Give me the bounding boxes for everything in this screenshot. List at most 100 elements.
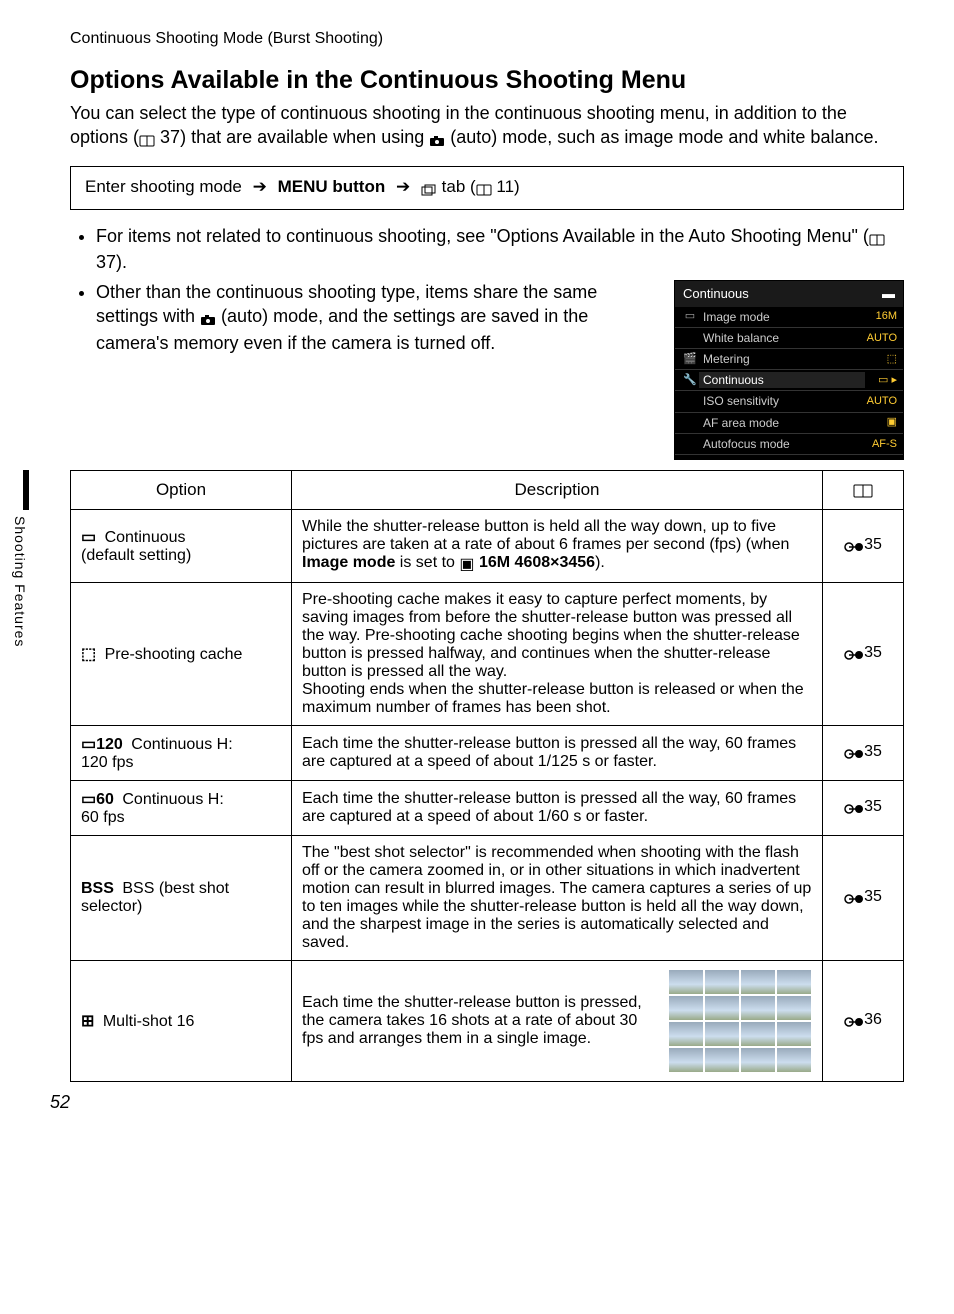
- reference-cell: 35: [823, 583, 904, 726]
- book-icon: [853, 481, 873, 501]
- nav-b: MENU button: [273, 177, 390, 196]
- option-cell: ▭60 Continuous H: 60 fps: [71, 781, 292, 836]
- desc-a: Pre-shooting cache makes it easy to capt…: [302, 591, 800, 680]
- nav-ref: 11): [492, 177, 520, 196]
- option-icon: ⬚: [81, 646, 96, 663]
- option-cell: ▭ Continuous (default setting): [71, 510, 292, 583]
- menu-tab-icon: ▭: [681, 309, 699, 324]
- description-cell: While the shutter-release button is held…: [292, 510, 823, 583]
- b1a: For items not related to continuous shoo…: [96, 226, 869, 246]
- desc-bold2: 16M 4608×3456: [479, 554, 595, 571]
- bullet-2: Other than the continuous shooting type,…: [96, 280, 904, 460]
- reference-cell: 36: [823, 961, 904, 1082]
- ref-num: 36: [864, 1011, 882, 1028]
- ref-num: 35: [864, 644, 882, 661]
- th-option: Option: [71, 471, 292, 510]
- table-row: ▭120 Continuous H: 120 fps Each time the…: [71, 726, 904, 781]
- table-row: ⊞ Multi-shot 16 Each time the shutter-re…: [71, 961, 904, 1082]
- option-sub: 60 fps: [81, 809, 125, 826]
- desc-b: Shooting ends when the shutter-release b…: [302, 681, 804, 716]
- option-cell: BSS BSS (best shot selector): [71, 836, 292, 961]
- options-table: Option Description ▭ Continuous (default…: [70, 470, 904, 1082]
- menu-item-value: AUTO: [865, 331, 897, 346]
- option-cell: ▭120 Continuous H: 120 fps: [71, 726, 292, 781]
- ref-num: 35: [864, 536, 882, 553]
- b1b: 37).: [96, 252, 127, 272]
- reference-cell: 35: [823, 726, 904, 781]
- option-name: Continuous: [100, 529, 185, 546]
- option-name: Continuous H:: [127, 736, 233, 753]
- desc-text: Each time the shutter-release button is …: [302, 994, 648, 1048]
- reference-cell: 35: [823, 781, 904, 836]
- menu-item-value: 16M: [865, 309, 897, 324]
- side-tab-label: Shooting Features: [12, 516, 28, 647]
- menu-item-label: Autofocus mode: [699, 436, 865, 452]
- option-sub: (default setting): [81, 547, 191, 564]
- menu-row: Autofocus modeAF-S: [675, 434, 903, 455]
- menu-item-label: Image mode: [699, 309, 865, 325]
- option-name: BSS (best shot: [118, 880, 229, 897]
- table-row: ⬚ Pre-shooting cache Pre-shooting cache …: [71, 583, 904, 726]
- option-icon: ⊞: [81, 1013, 94, 1030]
- menu-row-selected: 🔧Continuous▭ ▸: [675, 370, 903, 391]
- menu-item-label: Metering: [699, 351, 865, 367]
- side-tab-bar: [23, 470, 29, 510]
- description-cell: Pre-shooting cache makes it easy to capt…: [292, 583, 823, 726]
- option-sub: 120 fps: [81, 754, 133, 771]
- description-cell: Each time the shutter-release button is …: [292, 781, 823, 836]
- menu-row: ISO sensitivityAUTO: [675, 391, 903, 412]
- side-tab: Shooting Features: [12, 470, 40, 647]
- desc-bold: Image mode: [302, 554, 395, 571]
- intro-b: (auto) mode, such as image mode and whit…: [445, 127, 878, 147]
- reference-icon: [844, 800, 864, 818]
- option-cell: ⊞ Multi-shot 16: [71, 961, 292, 1082]
- desc-c: ).: [595, 554, 605, 571]
- option-name: Pre-shooting cache: [100, 646, 242, 663]
- desc-a: While the shutter-release button is held…: [302, 518, 789, 553]
- reference-icon: [844, 1013, 864, 1031]
- menu-item-label: Continuous: [699, 372, 865, 388]
- page-number: 52: [50, 1092, 904, 1113]
- menu-item-value: AF-S: [865, 437, 897, 452]
- intro-ref1: 37) that are available when using: [155, 127, 429, 147]
- battery-icon: ▬: [882, 285, 895, 303]
- menu-item-value: ▣: [865, 415, 897, 430]
- ref-num: 35: [864, 798, 882, 815]
- ref-num: 35: [864, 743, 882, 760]
- intro-paragraph: You can select the type of continuous sh…: [70, 101, 904, 152]
- menu-title-bar: Continuous ▬: [675, 281, 903, 307]
- option-icon: ▭60: [81, 791, 114, 808]
- menu-item-label: AF area mode: [699, 415, 865, 431]
- option-icon: BSS: [81, 880, 114, 897]
- burst-tab-icon: [421, 179, 437, 199]
- multishot-thumbnail: [668, 969, 812, 1073]
- book-icon: [139, 127, 155, 151]
- menu-item-label: White balance: [699, 330, 865, 346]
- table-row: ▭ Continuous (default setting) While the…: [71, 510, 904, 583]
- description-cell: Each time the shutter-release button is …: [292, 961, 823, 1082]
- reference-icon: [844, 646, 864, 664]
- menu-row: ▭Image mode16M: [675, 307, 903, 328]
- bullet-list: For items not related to continuous shoo…: [70, 224, 904, 460]
- table-row: BSS BSS (best shot selector) The "best s…: [71, 836, 904, 961]
- reference-cell: 35: [823, 510, 904, 583]
- reference-cell: 35: [823, 836, 904, 961]
- book-icon: [476, 179, 492, 199]
- option-icon: ▭120: [81, 736, 123, 753]
- option-icon: ▭: [81, 529, 96, 546]
- arrow-icon: ➔: [253, 177, 267, 196]
- camera-icon: [200, 306, 216, 330]
- menu-screenshot: Continuous ▬ ▭Image mode16M White balanc…: [674, 280, 904, 460]
- menu-row: 🎬Metering⬚: [675, 349, 903, 370]
- menu-item-value: ⬚: [865, 352, 897, 367]
- menu-item-value: ▭ ▸: [865, 373, 897, 388]
- ref-num: 35: [864, 888, 882, 905]
- nav-box: Enter shooting mode ➔ MENU button ➔ tab …: [70, 166, 904, 210]
- arrow-icon: ➔: [396, 177, 410, 196]
- option-name: Continuous H:: [118, 791, 224, 808]
- menu-tab-icon: 🔧: [681, 373, 699, 388]
- menu-item-label: ISO sensitivity: [699, 393, 865, 409]
- image-mode-icon: ▣: [459, 554, 474, 574]
- menu-row: White balanceAUTO: [675, 328, 903, 349]
- reference-icon: [844, 745, 864, 763]
